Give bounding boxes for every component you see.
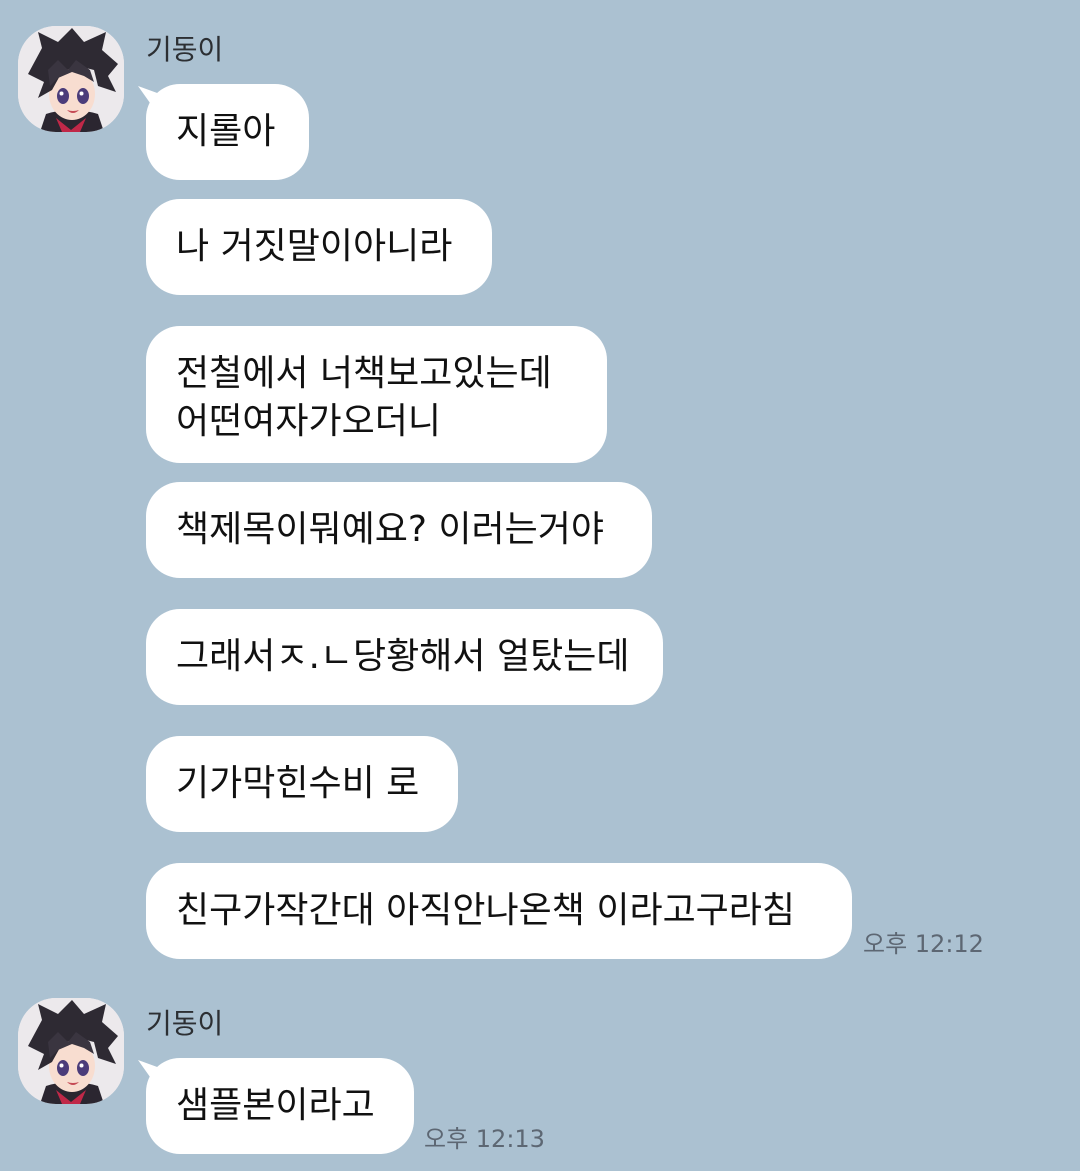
profile-picture-icon	[18, 26, 124, 132]
message-text: 나 거짓말이아니라	[176, 226, 453, 267]
message-bubble[interactable]: 전철에서 너책보고있는데 어떤여자가오더니	[146, 326, 607, 463]
message-bubble[interactable]: 나 거짓말이아니라	[146, 199, 492, 295]
message-text: 친구가작간대 아직안나온책 이라고구라침	[176, 890, 796, 931]
sender-name: 기동이	[146, 33, 224, 66]
message-text: 그래서ㅈ.ㄴ당황해서 얼탔는데	[176, 636, 630, 677]
message-text: 기가막힌수비 로	[176, 763, 420, 804]
message-bubble[interactable]: 기가막힌수비 로	[146, 736, 458, 832]
message-bubble[interactable]: 그래서ㅈ.ㄴ당황해서 얼탔는데	[146, 609, 663, 705]
message-timestamp: 오후 12:12	[863, 930, 984, 958]
message-text: 전철에서 너책보고있는데	[176, 353, 552, 394]
avatar[interactable]	[18, 998, 124, 1104]
profile-picture-icon	[18, 998, 124, 1104]
sender-name: 기동이	[146, 1007, 224, 1040]
message-bubble[interactable]: 친구가작간대 아직안나온책 이라고구라침	[146, 863, 852, 959]
message-bubble[interactable]: 지롤아	[146, 84, 309, 180]
message-bubble[interactable]: 책제목이뭐예요? 이러는거야	[146, 482, 652, 578]
message-timestamp: 오후 12:13	[424, 1125, 545, 1153]
chat-room: 기동이 지롤아 나 거짓말이아니라 전철에서 너책보고있는데 어떤여자가오더니 …	[0, 0, 1080, 1171]
message-bubble[interactable]: 샘플본이라고	[146, 1058, 414, 1154]
message-text: 지롤아	[176, 111, 276, 152]
avatar[interactable]	[18, 26, 124, 132]
message-text: 책제목이뭐예요? 이러는거야	[176, 509, 604, 550]
message-text: 어떤여자가오더니	[176, 401, 441, 442]
message-text: 샘플본이라고	[176, 1085, 375, 1126]
